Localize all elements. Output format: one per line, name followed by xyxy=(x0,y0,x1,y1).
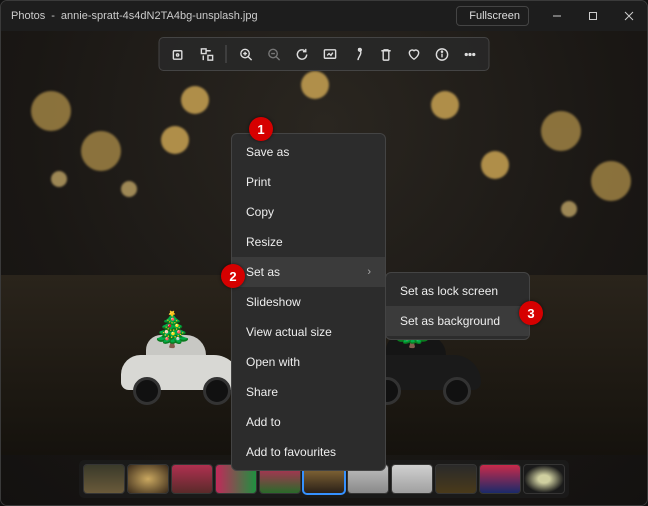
step-badge-2: 2 xyxy=(221,264,245,288)
filmstrip-thumb[interactable] xyxy=(480,465,520,493)
fullscreen-label: Fullscreen xyxy=(469,10,520,22)
photos-window: Photos - annie-spratt-4s4dN2TA4bg-unspla… xyxy=(0,0,648,506)
filmstrip-thumb[interactable] xyxy=(436,465,476,493)
favorite-icon[interactable] xyxy=(401,41,427,67)
fullscreen-button[interactable]: Fullscreen xyxy=(456,6,529,26)
more-icon[interactable] xyxy=(457,41,483,67)
filmstrip-thumb[interactable] xyxy=(524,465,564,493)
menu-print[interactable]: Print xyxy=(232,167,385,197)
menu-add-to[interactable]: Add to xyxy=(232,407,385,437)
menu-share[interactable]: Share xyxy=(232,377,385,407)
menu-copy[interactable]: Copy xyxy=(232,197,385,227)
rotate-icon[interactable] xyxy=(289,41,315,67)
menu-save-as[interactable]: Save as xyxy=(232,137,385,167)
submenu-set-as-lock-screen[interactable]: Set as lock screen xyxy=(386,276,529,306)
step-badge-1: 1 xyxy=(249,117,273,141)
info-icon[interactable] xyxy=(429,41,455,67)
filmstrip-thumb[interactable] xyxy=(392,465,432,493)
step-badge-3: 3 xyxy=(519,301,543,325)
minimize-button[interactable] xyxy=(539,1,575,31)
zoom-in-icon[interactable] xyxy=(233,41,259,67)
titlebar: Photos - annie-spratt-4s4dN2TA4bg-unspla… xyxy=(1,1,647,31)
rotate-image-icon[interactable] xyxy=(166,41,192,67)
menu-set-as[interactable]: Set as › xyxy=(232,257,385,287)
menu-open-with[interactable]: Open with xyxy=(232,347,385,377)
filmstrip-thumb[interactable] xyxy=(172,465,212,493)
toolbar xyxy=(159,37,490,71)
edit-icon[interactable] xyxy=(194,41,220,67)
zoom-out-icon[interactable] xyxy=(261,41,287,67)
slideshow-icon[interactable] xyxy=(317,41,343,67)
print-icon[interactable] xyxy=(345,41,371,67)
close-button[interactable] xyxy=(611,1,647,31)
filmstrip-thumb[interactable] xyxy=(84,465,124,493)
submenu-set-as-background[interactable]: Set as background xyxy=(386,306,529,336)
menu-slideshow[interactable]: Slideshow xyxy=(232,287,385,317)
app-name: Photos xyxy=(11,10,45,22)
file-name: annie-spratt-4s4dN2TA4bg-unsplash.jpg xyxy=(61,10,258,22)
submenu-set-as: Set as lock screen Set as background xyxy=(385,272,530,340)
context-menu: Save as Print Copy Resize Set as › Slide… xyxy=(231,133,386,471)
delete-icon[interactable] xyxy=(373,41,399,67)
menu-resize[interactable]: Resize xyxy=(232,227,385,257)
menu-add-to-favourites[interactable]: Add to favourites xyxy=(232,437,385,467)
maximize-button[interactable] xyxy=(575,1,611,31)
menu-view-actual-size[interactable]: View actual size xyxy=(232,317,385,347)
chevron-right-icon: › xyxy=(367,266,371,278)
filmstrip-thumb[interactable] xyxy=(128,465,168,493)
